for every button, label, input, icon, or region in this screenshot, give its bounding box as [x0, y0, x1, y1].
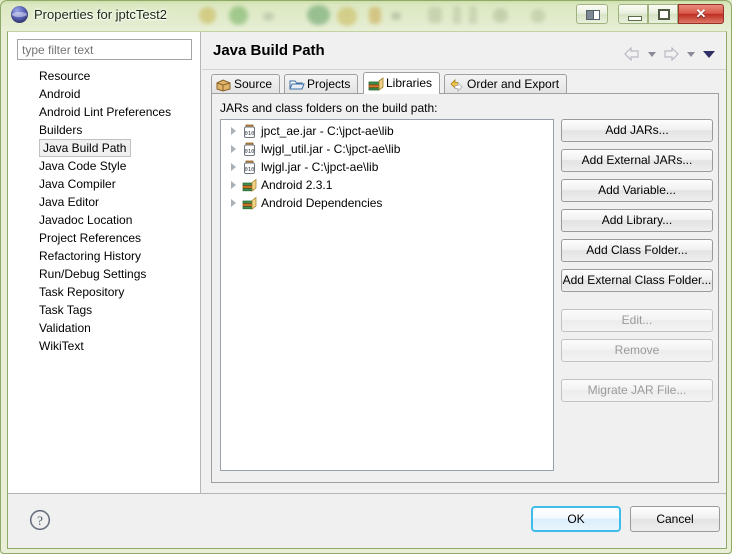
books-icon	[368, 77, 384, 91]
remove-button[interactable]: Remove	[561, 339, 713, 362]
list-item[interactable]: Android Dependencies	[221, 194, 553, 212]
maximize-button[interactable]	[648, 4, 678, 24]
svg-text:010: 010	[245, 131, 255, 137]
filter-input[interactable]	[17, 39, 192, 60]
expand-arrow-icon[interactable]	[231, 199, 236, 207]
cancel-button[interactable]: Cancel	[630, 506, 720, 532]
sidebar-item-task-repository[interactable]: Task Repository	[8, 283, 200, 301]
page-title: Java Build Path	[213, 42, 325, 59]
panel-toggle-button[interactable]	[576, 4, 608, 24]
jar-icon: 010	[244, 160, 255, 174]
window-frame: Properties for jptcTest2 ✕ Resource And	[0, 0, 732, 554]
add-external-class-folder-button[interactable]: Add External Class Folder...	[561, 269, 713, 292]
add-jars-button[interactable]: Add JARs...	[561, 119, 713, 142]
sidebar-item-resource[interactable]: Resource	[8, 67, 200, 85]
expand-arrow-icon[interactable]	[231, 145, 236, 153]
forward-dropdown-icon[interactable]	[685, 47, 697, 61]
tab-source-label: Source	[234, 77, 273, 91]
list-item-label: jpct_ae.jar - C:\jpct-ae\lib	[261, 124, 394, 138]
library-icon	[242, 196, 257, 210]
list-item-label: lwjgl.jar - C:\jpct-ae\lib	[261, 160, 379, 174]
sidebar-item-java-compiler[interactable]: Java Compiler	[8, 175, 200, 193]
svg-text:010: 010	[245, 149, 255, 155]
list-item[interactable]: 010 lwjgl.jar - C:\jpct-ae\lib	[221, 158, 553, 176]
libraries-tab-content: JARs and class folders on the build path…	[211, 93, 719, 483]
sidebar-item-java-code-style[interactable]: Java Code Style	[8, 157, 200, 175]
list-item-label: lwjgl_util.jar - C:\jpct-ae\lib	[261, 142, 401, 156]
migrate-jar-file-button[interactable]: Migrate JAR File...	[561, 379, 713, 402]
sidebar-item-project-references[interactable]: Project References	[8, 229, 200, 247]
svg-text:010: 010	[245, 167, 255, 173]
settings-pane: Java Build Path Source Projects Librarie…	[202, 32, 726, 494]
build-path-list[interactable]: 010 jpct_ae.jar - C:\jpct-ae\lib 010 lwj…	[220, 119, 554, 471]
list-item[interactable]: Android 2.3.1	[221, 176, 553, 194]
tab-source[interactable]: Source	[211, 74, 281, 94]
sidebar-item-refactoring-history[interactable]: Refactoring History	[8, 247, 200, 265]
maximize-icon	[658, 9, 670, 20]
tab-projects[interactable]: Projects	[284, 74, 359, 94]
sidebar-item-java-build-path[interactable]: Java Build Path	[39, 139, 132, 157]
question-mark-icon[interactable]: ?	[29, 509, 51, 531]
tab-libraries[interactable]: Libraries	[363, 72, 441, 94]
sidebar-item-task-tags[interactable]: Task Tags	[8, 301, 200, 319]
sidebar-item-android-lint-preferences[interactable]: Android Lint Preferences	[8, 103, 200, 121]
title-separator	[202, 69, 726, 70]
folder-open-icon	[289, 80, 305, 90]
expand-arrow-icon[interactable]	[231, 163, 236, 171]
expand-arrow-icon[interactable]	[231, 181, 236, 189]
close-icon: ✕	[695, 6, 707, 21]
eclipse-sphere-icon	[11, 6, 28, 23]
title-bar: Properties for jptcTest2 ✕	[1, 1, 731, 31]
edit-button[interactable]: Edit...	[561, 309, 713, 332]
list-item-label: Android 2.3.1	[261, 178, 333, 192]
package-icon	[216, 79, 231, 92]
list-item-label: Android Dependencies	[261, 196, 383, 210]
order-arrows-icon	[450, 79, 463, 92]
ok-button[interactable]: OK	[531, 506, 621, 532]
build-path-tabs: Source Projects Libraries Order and Expo…	[211, 72, 719, 94]
jar-icon: 010	[244, 142, 255, 156]
close-button[interactable]: ✕	[678, 4, 724, 24]
tab-projects-label: Projects	[307, 77, 351, 91]
sidebar-item-wikitext[interactable]: WikiText	[8, 337, 200, 355]
svg-text:?: ?	[37, 513, 43, 528]
minimize-icon	[628, 16, 642, 21]
dialog-client-area: Resource Android Android Lint Preference…	[7, 31, 727, 549]
page-menu-dropdown-icon[interactable]	[701, 47, 717, 61]
library-icon	[242, 178, 257, 192]
list-item[interactable]: 010 lwjgl_util.jar - C:\jpct-ae\lib	[221, 140, 553, 158]
add-library-button[interactable]: Add Library...	[561, 209, 713, 232]
sidebar-row-java-build-path: Java Build Path	[8, 139, 200, 157]
minimize-button[interactable]	[618, 4, 648, 24]
sidebar-item-validation[interactable]: Validation	[8, 319, 200, 337]
panel-icon	[586, 10, 600, 20]
sidebar-item-android[interactable]: Android	[8, 85, 200, 103]
settings-sidebar: Resource Android Android Lint Preference…	[8, 32, 201, 494]
back-dropdown-icon[interactable]	[646, 47, 658, 61]
add-variable-button[interactable]: Add Variable...	[561, 179, 713, 202]
sidebar-item-run-debug-settings[interactable]: Run/Debug Settings	[8, 265, 200, 283]
tab-libraries-label: Libraries	[386, 76, 433, 90]
jar-icon: 010	[244, 124, 255, 138]
sidebar-item-javadoc-location[interactable]: Javadoc Location	[8, 211, 200, 229]
forward-arrow-icon[interactable]	[662, 46, 680, 62]
list-item[interactable]: 010 jpct_ae.jar - C:\jpct-ae\lib	[221, 122, 553, 140]
properties-dialog-window: Properties for jptcTest2 ✕ Resource And	[0, 0, 732, 554]
sidebar-item-java-editor[interactable]: Java Editor	[8, 193, 200, 211]
content-description: JARs and class folders on the build path…	[220, 101, 438, 115]
page-navigation	[623, 45, 717, 62]
dialog-footer: ? OK Cancel	[8, 493, 726, 548]
tab-order-and-export-label: Order and Export	[467, 77, 560, 91]
expand-arrow-icon[interactable]	[231, 127, 236, 135]
add-external-jars-button[interactable]: Add External JARs...	[561, 149, 713, 172]
settings-tree: Resource Android Android Lint Preference…	[8, 65, 200, 355]
window-title: Properties for jptcTest2	[34, 7, 167, 22]
add-class-folder-button[interactable]: Add Class Folder...	[561, 239, 713, 262]
back-arrow-icon[interactable]	[623, 46, 641, 62]
sidebar-item-builders[interactable]: Builders	[8, 121, 200, 139]
tab-order-and-export[interactable]: Order and Export	[444, 74, 568, 94]
